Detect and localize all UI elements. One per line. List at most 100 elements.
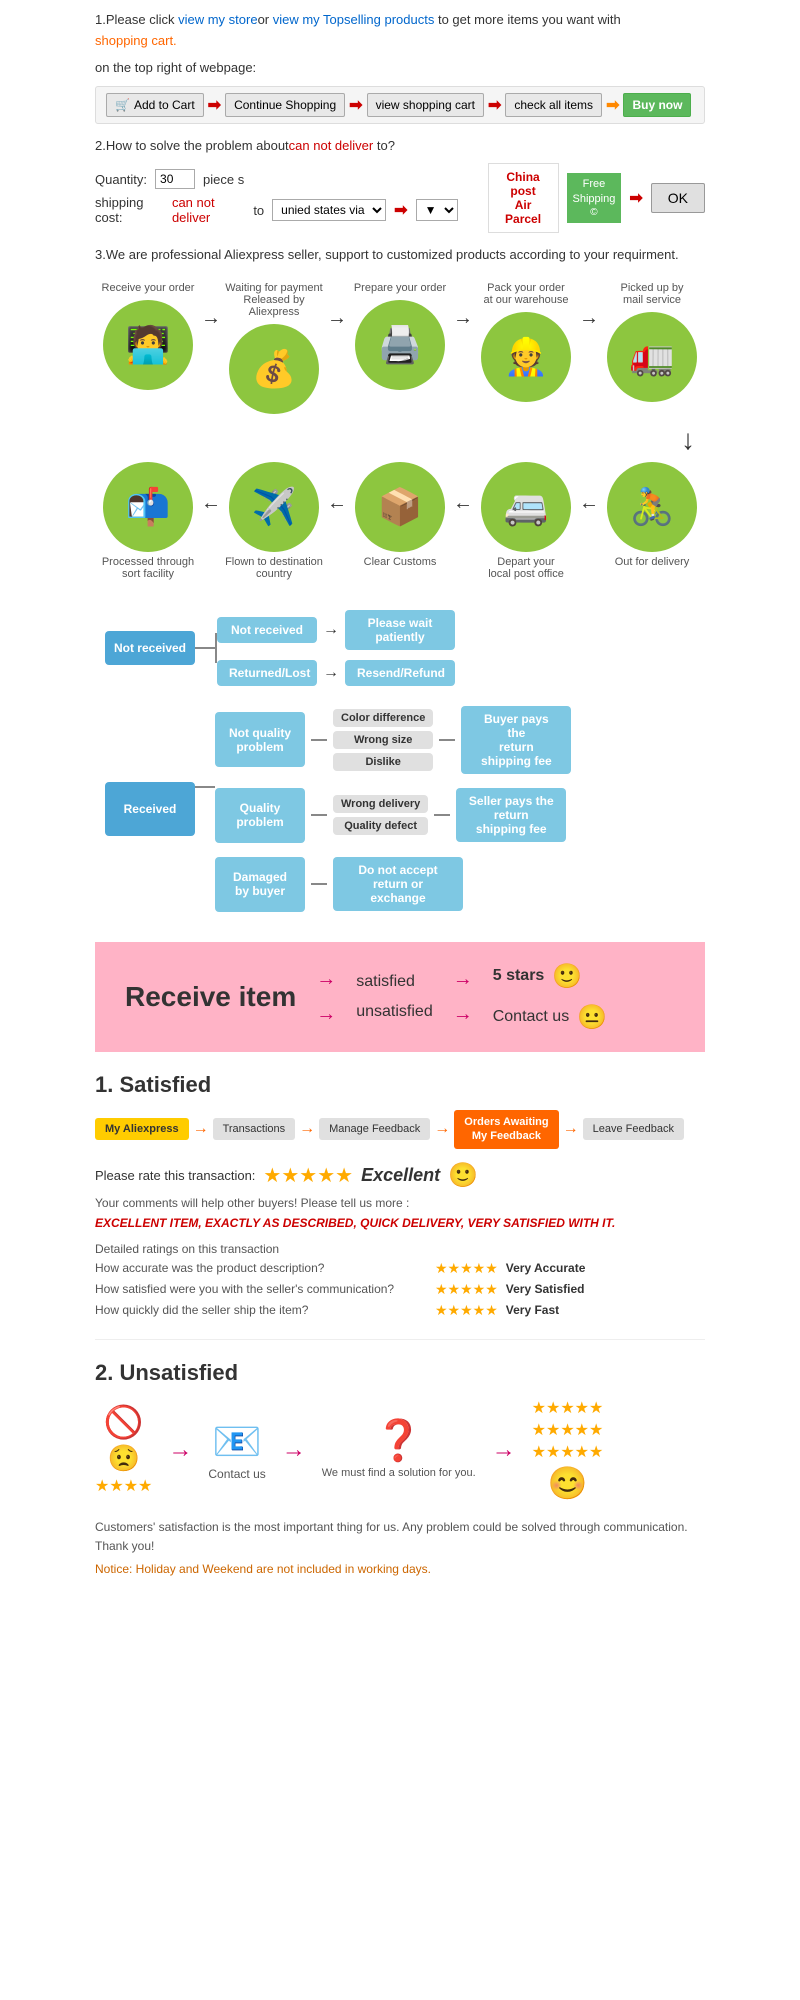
rating-stars-2: ★★★★★ [435, 1281, 498, 1298]
process-step-9: ✈️ Flown to destinationcountry [221, 462, 327, 580]
process-step-3: Prepare your order 🖨️ [347, 282, 453, 390]
wrong-delivery-box: Wrong delivery [333, 795, 428, 813]
proc-arrow-2: → [327, 307, 347, 330]
rate-label: Please rate this transaction: [95, 1168, 255, 1183]
china-post-title2: Air Parcel [499, 198, 548, 226]
step-transactions[interactable]: Transactions [213, 1118, 296, 1140]
process-step-7: 🚐 Depart yourlocal post office [473, 462, 579, 580]
step-my-aliexpress[interactable]: My Aliexpress [95, 1118, 189, 1140]
qty-label: Quantity: [95, 172, 147, 187]
rating-label-3: How quickly did the seller ship the item… [95, 1303, 435, 1317]
rating-label-2: How satisfied were you with the seller's… [95, 1282, 435, 1296]
nr-arrow2: → [323, 664, 339, 682]
check-items-button[interactable]: check all items [505, 93, 602, 117]
arrow-1: ➡ [208, 95, 221, 115]
section-1: 1.Please click view my storeor view my T… [95, 10, 705, 124]
ok-button[interactable]: OK [651, 183, 705, 213]
rating-result-2: Very Satisfied [506, 1282, 585, 1296]
section1-top-right: on the top right of webpage: [95, 58, 705, 79]
step9-icon: ✈️ [229, 462, 319, 552]
stop-emoji: 😟 [108, 1443, 140, 1474]
step-orders-awaiting[interactable]: Orders AwaitingMy Feedback [454, 1110, 558, 1149]
step-leave-feedback[interactable]: Leave Feedback [583, 1118, 684, 1140]
color-diff-box: Color difference [333, 709, 433, 727]
unsat-arrow-3: → [492, 1436, 516, 1464]
cannot-deliver-label: can not deliver [172, 195, 245, 225]
quantity-row: Quantity: piece s [95, 169, 458, 189]
rating-label-1: How accurate was the product description… [95, 1261, 435, 1275]
section1-rest: to get more items you want with [434, 12, 620, 27]
stars-display: ★★★★★ [263, 1163, 353, 1188]
step2-label: Waiting for paymentReleased by Aliexpres… [221, 282, 327, 318]
rating-row-3: How quickly did the seller ship the item… [95, 1302, 705, 1319]
comment-text: Your comments will help other buyers! Pl… [95, 1196, 705, 1210]
arrow-2: ➡ [349, 95, 362, 115]
satisfied-label: satisfied [356, 973, 433, 991]
shipping-method-select[interactable]: ▼ [416, 199, 458, 221]
cannot-deliver-inline: can not deliver [289, 138, 374, 153]
seller-pays-box: Seller pays thereturn shipping fee [456, 788, 566, 842]
step6-label: Out for delivery [615, 556, 690, 568]
china-post-info: China post Air Parcel [488, 163, 559, 233]
received-box: Received [105, 782, 195, 836]
process-step-2: Waiting for paymentReleased by Aliexpres… [221, 282, 327, 414]
rating-row-1: How accurate was the product description… [95, 1260, 705, 1277]
add-to-cart-button[interactable]: 🛒 Add to Cart [106, 93, 204, 117]
step2-icon: 💰 [229, 324, 319, 414]
no-icon: 🚫 [104, 1403, 144, 1441]
quality-problem-box: Qualityproblem [215, 788, 305, 843]
question-icon: ❓ [374, 1417, 424, 1464]
proc-arrow-6: ← [453, 492, 473, 515]
section2-title: 2.How to solve the problem aboutcan not … [95, 136, 705, 157]
not-received-row: Not received Not received → Please waitp… [105, 610, 695, 686]
unsatisfied-label: unsatisfied [356, 1003, 433, 1021]
qty-input[interactable] [155, 169, 195, 189]
buy-now-button[interactable]: Buy now [623, 93, 691, 117]
step-manage-feedback[interactable]: Manage Feedback [319, 1118, 430, 1140]
steps-arrow-2: → [299, 1120, 315, 1138]
quality-defect-box: Quality defect [333, 817, 428, 835]
section-2: 2.How to solve the problem aboutcan not … [95, 136, 705, 233]
happy-emoji: 🙂 [552, 962, 582, 991]
satisfied-section: 1. Satisfied My Aliexpress → Transaction… [95, 1072, 705, 1319]
piece-label: piece s [203, 172, 244, 187]
view-store-link[interactable]: view my store [178, 12, 257, 27]
step3-label: Prepare your order [354, 282, 446, 294]
continue-shopping-button[interactable]: Continue Shopping [225, 93, 345, 117]
result-star-row-1: ★★★★★ [532, 1398, 604, 1418]
step8-label: Clear Customs [364, 556, 437, 568]
wrong-size-box: Wrong size [333, 731, 433, 749]
no-return-box: Do not acceptreturn or exchange [333, 857, 463, 911]
step8-icon: 📦 [355, 462, 445, 552]
step3-icon: 🖨️ [355, 300, 445, 390]
unsat-block-1: 🚫 😟 ★★★★ [95, 1403, 152, 1496]
unsatisfied-section: 2. Unsatisfied 🚫 😟 ★★★★ → 📧 Contact us →… [95, 1360, 705, 1576]
proc-arrow-4: → [579, 307, 599, 330]
shipping-select[interactable]: unied states via [272, 199, 386, 221]
view-cart-button[interactable]: view shopping cart [367, 93, 484, 117]
unsat-arrow-2: → [282, 1436, 306, 1464]
china-post-block: China post Air Parcel Free Shipping © ➡ … [488, 163, 705, 233]
process-step-5: Picked up bymail service 🚛 [599, 282, 705, 402]
step1-icon: 🧑‍💻 [103, 300, 193, 390]
result-arrow-1: → [453, 968, 473, 991]
satisfy-labels: satisfied unsatisfied [356, 973, 433, 1021]
rating-stars-3: ★★★★★ [435, 1302, 498, 1319]
china-post-title1: China post [499, 170, 548, 198]
not-received-branch1: Not received [217, 617, 317, 643]
process-step-10: 📬 Processed throughsort facility [95, 462, 201, 580]
step5-label: Picked up bymail service [621, 282, 684, 306]
received-row: Received Not qualityproblem Color differ… [105, 706, 695, 912]
process-step-8: 📦 Clear Customs [347, 462, 453, 568]
returned-lost-box: Returned/Lost [217, 660, 317, 686]
cart-buttons-row: 🛒 Add to Cart ➡ Continue Shopping ➡ view… [95, 86, 705, 124]
shopping-cart-text: shopping cart. [95, 33, 177, 48]
proc-arrow-3: → [453, 307, 473, 330]
view-topselling-link[interactable]: view my Topselling products [273, 12, 435, 27]
step7-icon: 🚐 [481, 462, 571, 552]
step9-label: Flown to destinationcountry [225, 556, 323, 580]
excellent-text: Excellent [361, 1165, 440, 1186]
shipping-label2: Shipping [573, 192, 616, 206]
flowchart-not-received: Not received Not received → Please waitp… [95, 600, 705, 922]
resend-refund-box: Resend/Refund [345, 660, 455, 686]
